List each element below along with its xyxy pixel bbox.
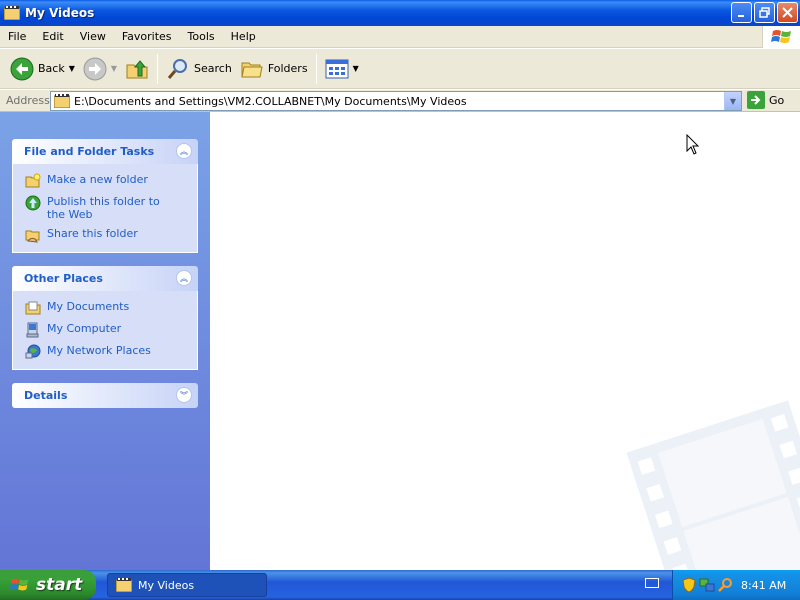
forward-button[interactable]: ▼ [79, 52, 121, 86]
folders-button[interactable]: Folders [236, 52, 312, 86]
address-value: E:\Documents and Settings\VM2.COLLABNET\… [74, 94, 467, 108]
my-computer-icon [25, 322, 41, 338]
taskbar: start My Videos 8:41 AM [0, 570, 800, 600]
address-dropdown-icon[interactable]: ▼ [724, 92, 741, 110]
expand-chevron-icon[interactable]: ︾ [176, 387, 192, 403]
start-button[interactable]: start [0, 570, 96, 600]
menu-view[interactable]: View [72, 30, 114, 43]
toolbar: Back ▼ ▼ Search Folders ▼ [0, 49, 800, 89]
title-bar[interactable]: My Videos [0, 0, 800, 26]
back-button[interactable]: Back ▼ [6, 52, 79, 86]
forward-dropdown-icon[interactable]: ▼ [111, 64, 117, 73]
video-folder-icon [54, 94, 70, 108]
menu-bar: File Edit View Favorites Tools Help [0, 26, 800, 48]
folder-content-area[interactable] [210, 112, 800, 570]
close-icon [782, 7, 793, 18]
folders-label: Folders [267, 62, 308, 75]
network-places-icon [25, 344, 41, 360]
views-icon [325, 59, 349, 78]
panel-title: Other Places [24, 272, 103, 285]
place-label: My Documents [47, 300, 130, 313]
search-icon [167, 58, 188, 79]
search-label: Search [194, 62, 232, 75]
menu-edit[interactable]: Edit [34, 30, 71, 43]
menu-favorites[interactable]: Favorites [114, 30, 180, 43]
task-pane: File and Folder Tasks ︽ Make a new folde… [0, 112, 210, 570]
place-my-documents[interactable]: My Documents [13, 297, 197, 319]
share-folder-icon [25, 227, 41, 243]
details-panel: Details ︾ [12, 383, 198, 408]
window-title: My Videos [25, 6, 95, 20]
my-documents-icon [25, 300, 41, 316]
restore-button[interactable] [754, 2, 775, 23]
film-strip-watermark-icon [626, 400, 800, 570]
restore-icon [759, 7, 770, 18]
new-folder-icon [25, 173, 41, 189]
forward-arrow-icon [83, 57, 107, 80]
folders-icon [241, 62, 263, 77]
address-bar: Address E:\Documents and Settings\VM2.CO… [0, 90, 800, 112]
start-label: start [36, 575, 83, 595]
file-folder-tasks-panel: File and Folder Tasks ︽ Make a new folde… [12, 139, 198, 253]
place-label: My Computer [47, 322, 122, 335]
mouse-cursor-icon [686, 134, 700, 155]
task-make-new-folder[interactable]: Make a new folder [13, 170, 197, 192]
views-button[interactable]: ▼ [321, 52, 363, 86]
network-connection-icon[interactable] [699, 577, 715, 593]
system-tray: 8:41 AM [672, 570, 800, 600]
menu-help[interactable]: Help [223, 30, 264, 43]
video-folder-icon [116, 578, 132, 592]
search-button[interactable]: Search [162, 52, 236, 86]
file-folder-tasks-header[interactable]: File and Folder Tasks ︽ [12, 139, 198, 164]
minimize-icon [737, 14, 744, 17]
panel-title: Details [24, 389, 68, 402]
other-places-panel: Other Places ︽ My Documents My Computer … [12, 266, 198, 370]
windows-logo-icon [762, 26, 800, 48]
back-dropdown-icon[interactable]: ▼ [69, 64, 75, 73]
minimize-button[interactable] [731, 2, 752, 23]
views-dropdown-icon[interactable]: ▼ [353, 64, 359, 73]
task-share-folder[interactable]: Share this folder [13, 224, 197, 246]
video-folder-icon [3, 6, 21, 21]
task-publish-folder[interactable]: Publish this folder to the Web [13, 192, 197, 224]
details-header[interactable]: Details ︾ [12, 383, 198, 408]
toolbar-separator [157, 53, 159, 84]
taskbar-window-button[interactable]: My Videos [107, 573, 267, 597]
collapse-chevron-icon[interactable]: ︽ [176, 143, 192, 159]
publish-web-icon [25, 195, 41, 211]
panel-title: File and Folder Tasks [24, 145, 155, 158]
close-button[interactable] [777, 2, 798, 23]
back-label: Back [38, 62, 65, 75]
other-places-header[interactable]: Other Places ︽ [12, 266, 198, 291]
up-folder-icon [126, 59, 148, 78]
place-label: My Network Places [47, 344, 151, 357]
place-my-network-places[interactable]: My Network Places [13, 341, 197, 363]
collapse-chevron-icon[interactable]: ︽ [176, 270, 192, 286]
menu-tools[interactable]: Tools [180, 30, 223, 43]
search-tray-icon[interactable] [717, 577, 733, 593]
go-arrow-icon [747, 91, 765, 109]
address-label: Address [6, 94, 50, 107]
keyboard-icon[interactable] [645, 578, 659, 588]
security-shield-icon[interactable] [681, 577, 697, 593]
windows-logo-icon [10, 578, 29, 591]
back-arrow-icon [10, 57, 34, 80]
menu-file[interactable]: File [0, 30, 34, 43]
task-label: Share this folder [47, 227, 138, 240]
go-label: Go [769, 93, 785, 107]
place-my-computer[interactable]: My Computer [13, 319, 197, 341]
clock: 8:41 AM [741, 578, 787, 592]
task-label: Publish this folder to the Web [47, 195, 160, 221]
address-input[interactable]: E:\Documents and Settings\VM2.COLLABNET\… [50, 91, 742, 111]
go-button[interactable]: Go [747, 91, 784, 109]
toolbar-separator [315, 53, 317, 84]
up-folder-button[interactable] [121, 52, 153, 86]
taskbar-window-label: My Videos [138, 578, 195, 592]
task-label: Make a new folder [47, 173, 148, 186]
